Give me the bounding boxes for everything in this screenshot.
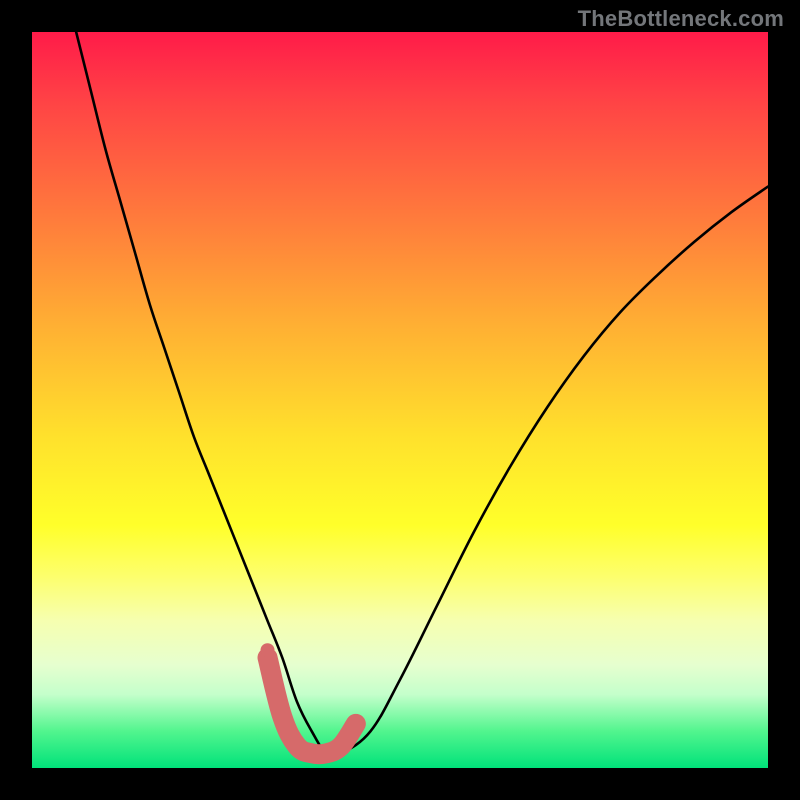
chart-svg (32, 32, 768, 768)
optimal-region-highlight (268, 658, 356, 755)
chart-plot-area (32, 32, 768, 768)
bottleneck-curve (76, 32, 768, 756)
marker-dot (261, 643, 275, 657)
watermark-text: TheBottleneck.com (578, 6, 784, 32)
